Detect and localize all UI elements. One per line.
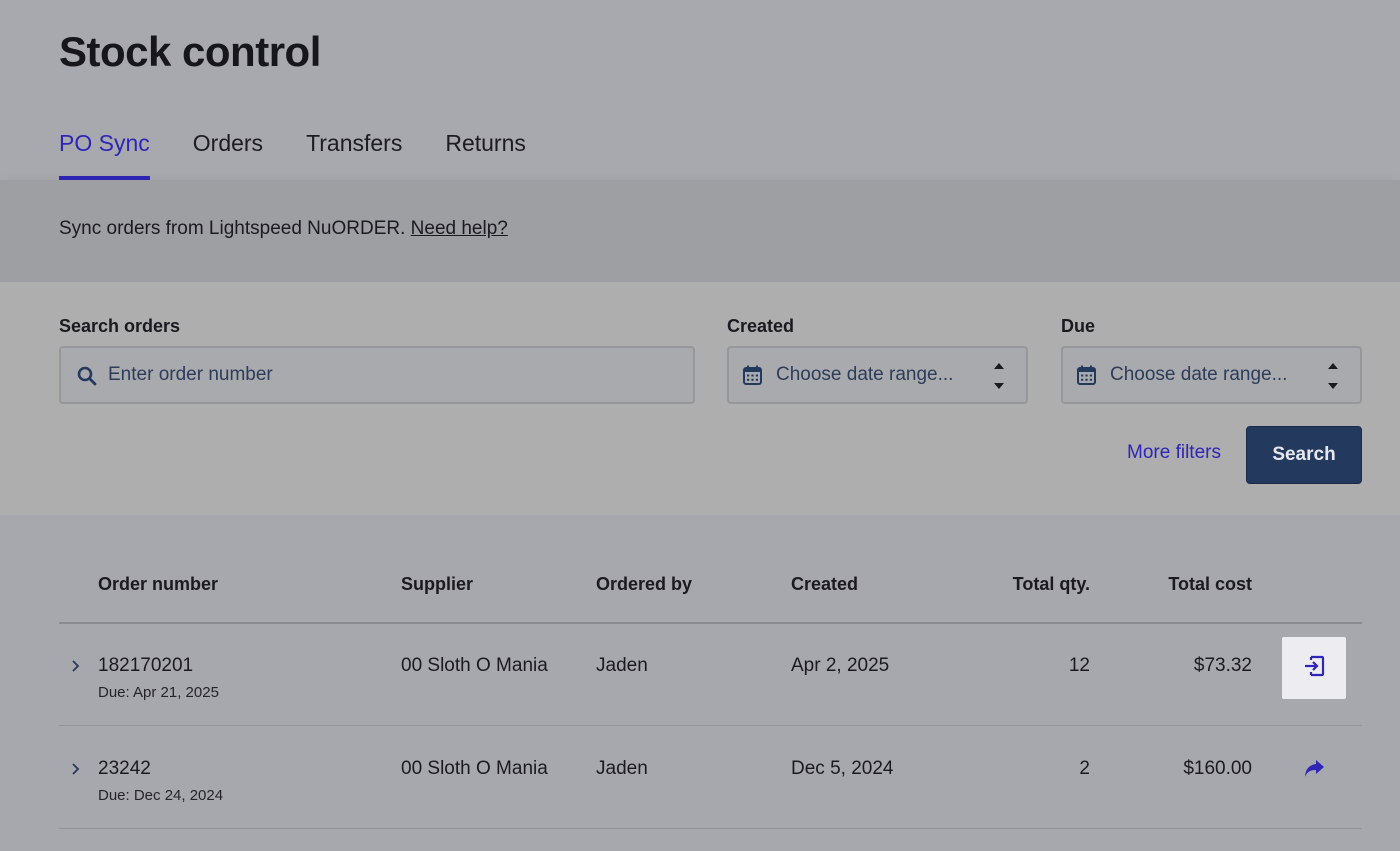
total-cost: $73.32	[1193, 655, 1252, 676]
supplier-name: 00 Sloth O Mania	[401, 758, 548, 779]
banner-message: Sync orders from Lightspeed NuORDER. Nee…	[59, 218, 508, 240]
column-header-created[interactable]: Created	[791, 574, 858, 595]
search-button[interactable]: Search	[1246, 426, 1362, 484]
due-label: Due	[1061, 316, 1096, 336]
due-date: Due: Apr 21, 2025	[98, 684, 219, 701]
tab-po-sync[interactable]: PO Sync	[59, 130, 150, 180]
info-banner: Sync orders from Lightspeed NuORDER. Nee…	[0, 180, 1400, 282]
table-row[interactable]: 182170201 Due: Apr 21, 2025 00 Sloth O M…	[59, 623, 1362, 726]
due-placeholder: Choose date range...	[1110, 364, 1288, 385]
column-header-total-cost[interactable]: Total cost	[1110, 574, 1252, 595]
need-help-link[interactable]: Need help?	[411, 218, 508, 239]
tab-returns[interactable]: Returns	[445, 130, 526, 180]
created-date: Dec 5, 2024	[791, 758, 894, 779]
calendar-icon	[743, 365, 762, 390]
column-header-total-qty[interactable]: Total qty.	[960, 574, 1090, 595]
created-label: Created	[727, 316, 795, 336]
sort-stepper-icon	[1326, 360, 1340, 392]
search-input[interactable]: Enter order number	[59, 346, 695, 404]
supplier-name: 00 Sloth O Mania	[401, 655, 548, 676]
search-orders-label: Search orders	[59, 316, 181, 336]
created-date: Apr 2, 2025	[791, 655, 890, 676]
filter-panel: Search orders Enter order number Created…	[0, 282, 1400, 515]
chevron-right-icon[interactable]	[71, 762, 81, 781]
ordered-by: Jaden	[596, 758, 648, 779]
sort-stepper-icon	[992, 360, 1006, 392]
total-qty: 12	[1068, 655, 1090, 676]
calendar-icon	[1077, 365, 1096, 390]
tab-orders[interactable]: Orders	[193, 130, 263, 180]
search-icon	[77, 366, 97, 391]
column-header-order-number[interactable]: Order number	[98, 574, 218, 595]
column-header-ordered-by[interactable]: Ordered by	[596, 574, 692, 595]
chevron-right-icon[interactable]	[71, 659, 81, 678]
column-header-supplier[interactable]: Supplier	[401, 574, 473, 595]
more-filters-link[interactable]: More filters	[1127, 442, 1221, 464]
ordered-by: Jaden	[596, 655, 648, 676]
due-date-range-select[interactable]: Choose date range...	[1061, 346, 1362, 404]
tab-bar: PO Sync Orders Transfers Returns	[59, 130, 569, 180]
created-placeholder: Choose date range...	[776, 364, 954, 385]
order-number[interactable]: 182170201	[98, 655, 193, 677]
forward-arrow-icon	[1303, 759, 1325, 784]
total-cost: $160.00	[1183, 758, 1252, 779]
total-qty: 2	[1079, 758, 1090, 779]
orders-table: Order number Supplier Ordered by Created…	[0, 515, 1400, 851]
banner-text: Sync orders from Lightspeed NuORDER.	[59, 218, 406, 239]
page-header: Stock control PO Sync Orders Transfers R…	[0, 0, 1400, 180]
created-date-range-select[interactable]: Choose date range...	[727, 346, 1028, 404]
table-row[interactable]: 23242 Due: Dec 24, 2024 00 Sloth O Mania…	[59, 726, 1362, 829]
due-date: Due: Dec 24, 2024	[98, 787, 224, 804]
search-placeholder: Enter order number	[108, 364, 273, 385]
forward-order-button[interactable]	[1282, 740, 1346, 802]
import-icon	[1302, 654, 1326, 683]
order-number[interactable]: 23242	[98, 758, 151, 780]
import-order-button[interactable]	[1282, 637, 1346, 699]
tab-transfers[interactable]: Transfers	[306, 130, 402, 180]
page-title: Stock control	[59, 28, 321, 75]
